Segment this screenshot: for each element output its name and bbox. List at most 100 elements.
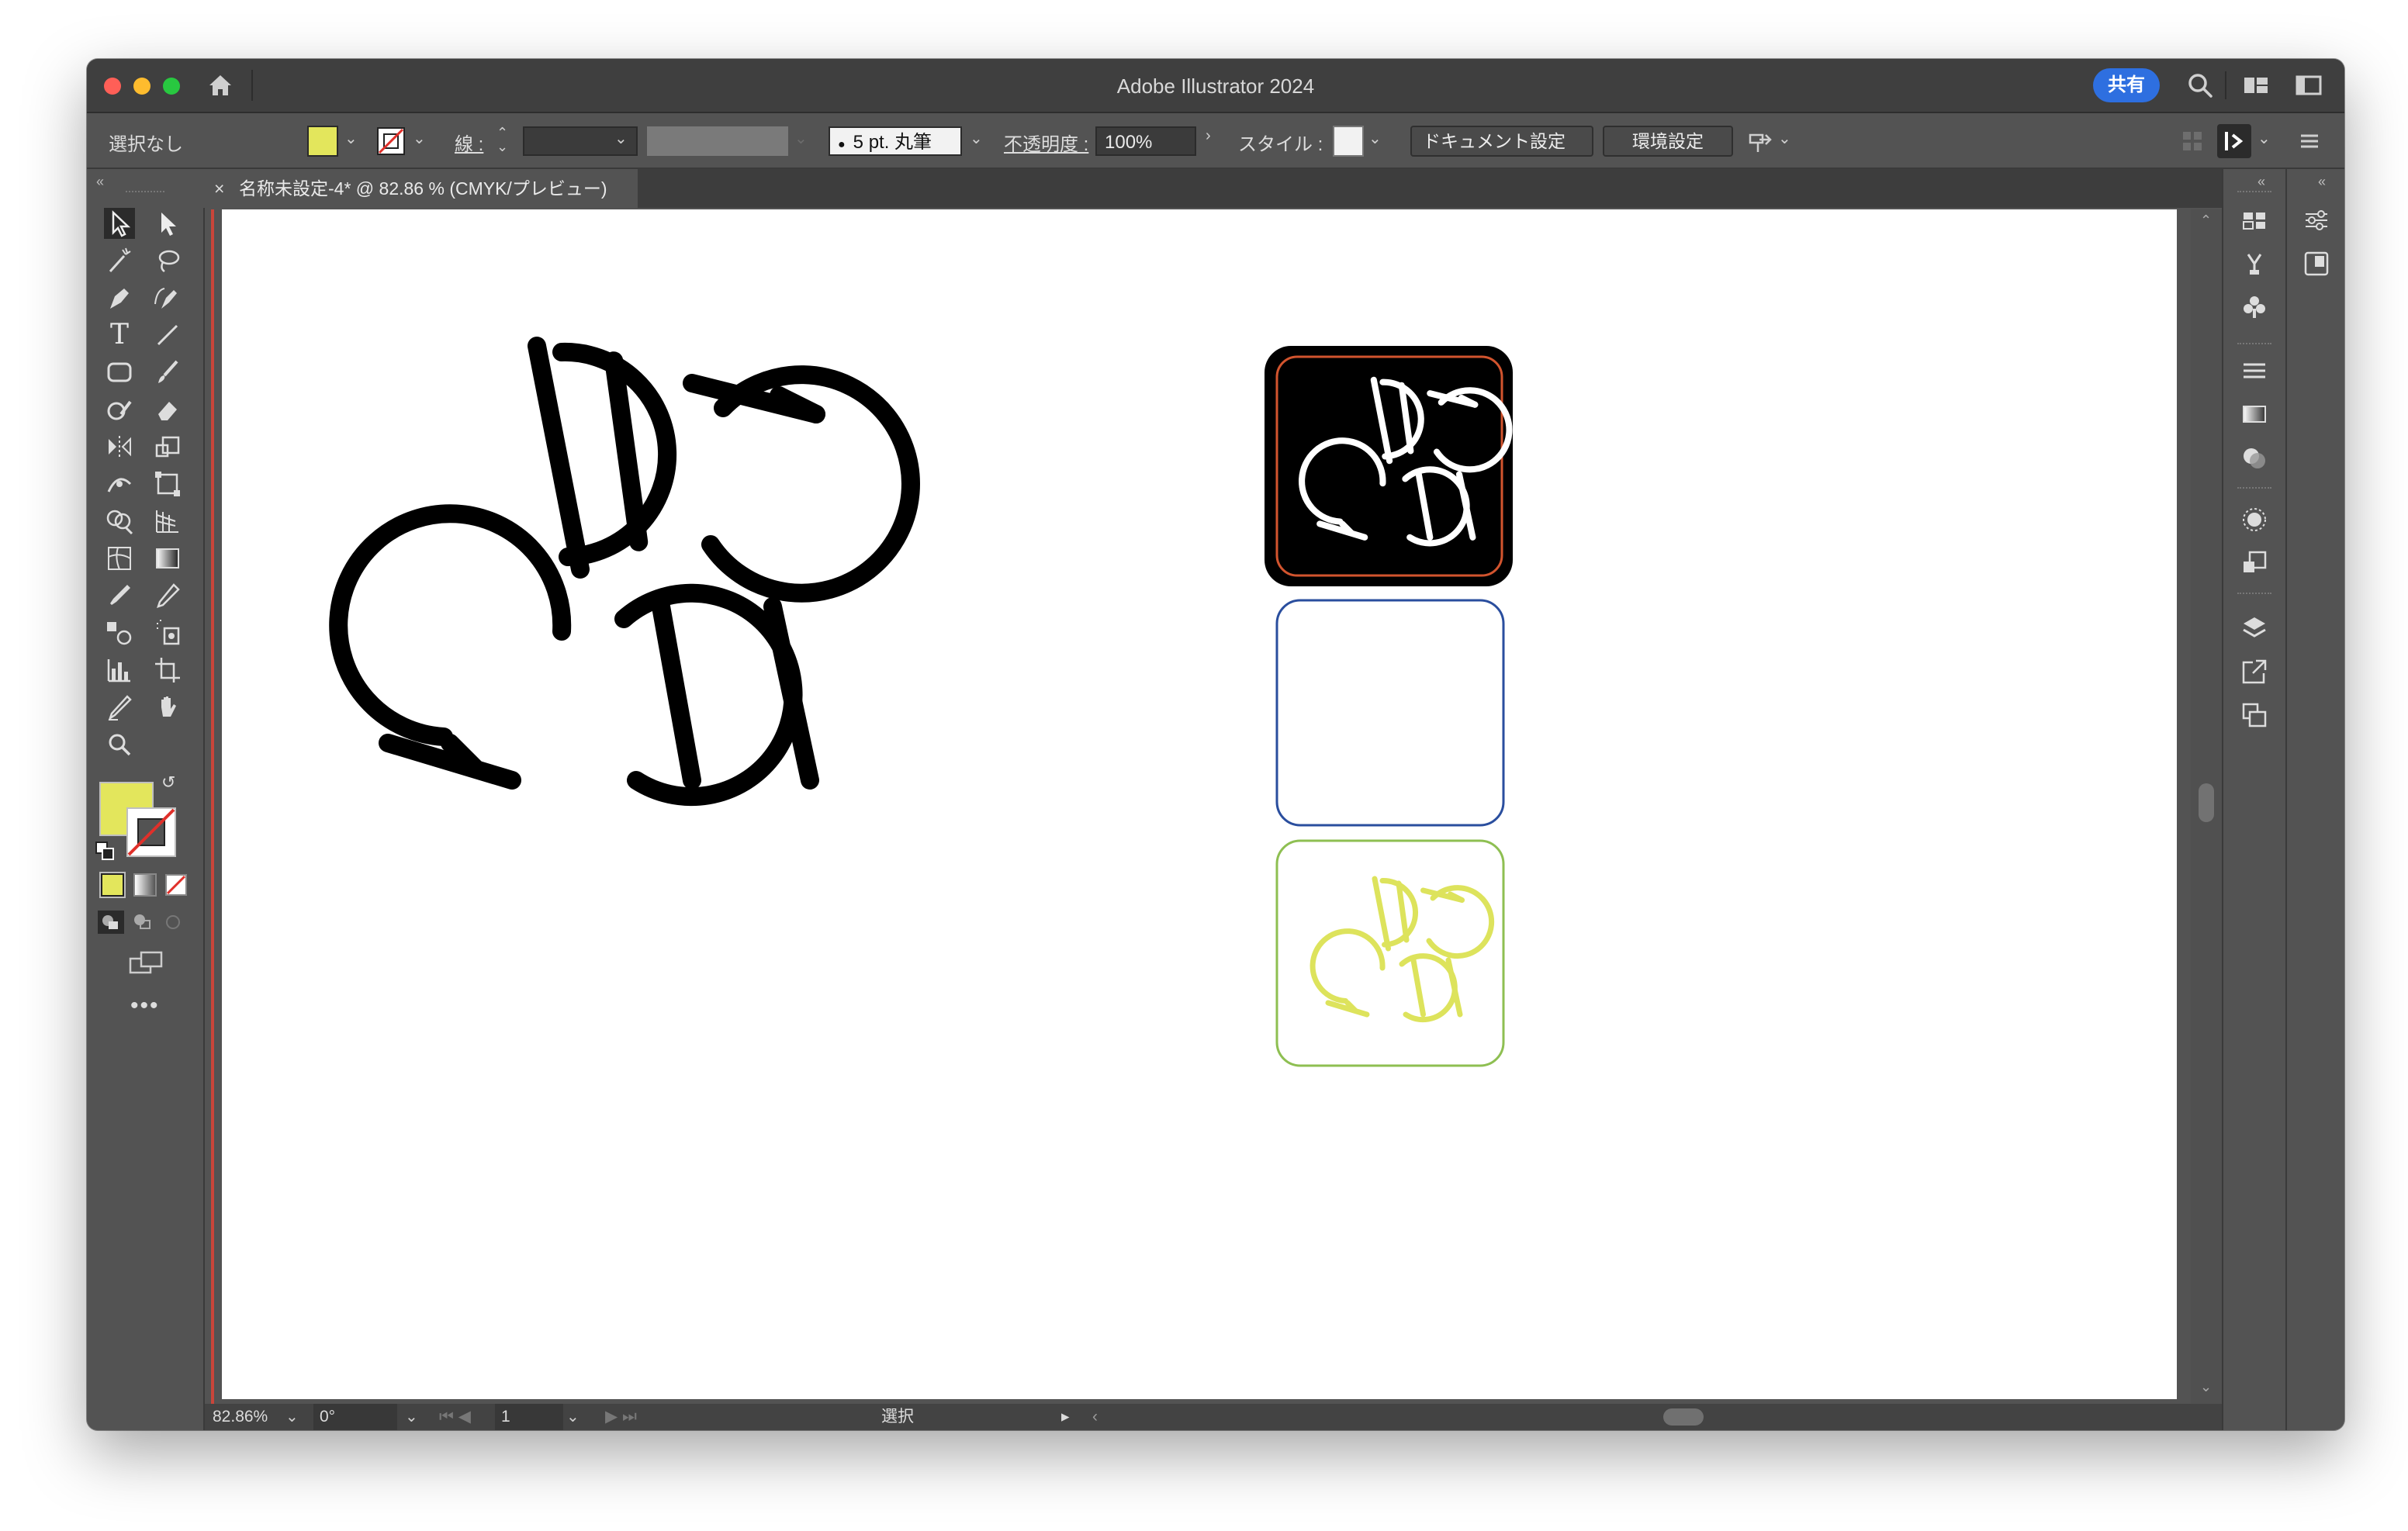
brush-chevron-icon[interactable]: ⌄ [970, 129, 983, 148]
symbol-sprayer-tool-icon[interactable] [152, 617, 183, 648]
slice-tool-icon[interactable] [104, 692, 135, 723]
rotation-field[interactable]: 0° [313, 1404, 397, 1430]
stroke-weight-stepper[interactable]: ⌃ ⌄ [496, 126, 508, 154]
opacity-label[interactable]: 不透明度 : [1004, 129, 1088, 156]
direct-selection-tool-icon[interactable] [152, 208, 183, 239]
artboards-panel-icon[interactable] [2239, 700, 2270, 731]
document-setup-button[interactable]: ドキュメント設定 [1410, 126, 1593, 157]
symbols-panel-icon[interactable] [2239, 292, 2270, 323]
gradient-panel-icon[interactable] [2239, 399, 2270, 430]
none-mode-icon[interactable] [164, 873, 188, 897]
line-tool-icon[interactable] [152, 320, 183, 351]
variable-width-profile[interactable] [647, 126, 788, 156]
eraser-tool-icon[interactable] [152, 394, 183, 425]
brushes-panel-icon[interactable] [2239, 248, 2270, 279]
eyedropper-tool-icon[interactable] [104, 580, 135, 611]
stroke-weight-chevron-icon[interactable]: ⌄ [614, 129, 628, 148]
mesh-tool-icon[interactable] [104, 543, 135, 574]
screen-mode-icon[interactable] [127, 949, 164, 977]
panel-toggle-icon[interactable] [2293, 70, 2324, 101]
artwork-layer[interactable] [222, 209, 2177, 1399]
appearance-panel-icon[interactable] [2239, 504, 2270, 535]
export-panel-icon[interactable] [2239, 656, 2270, 687]
stroke-color-box[interactable] [124, 805, 178, 859]
gradient-mode-icon[interactable] [133, 873, 157, 897]
artboard-tool-icon[interactable] [152, 655, 183, 686]
draw-normal-icon[interactable] [98, 911, 124, 934]
default-fill-stroke-icon[interactable] [95, 841, 115, 861]
rounded-rectangle-tool-icon[interactable] [104, 357, 135, 388]
curvature-tool-icon[interactable] [152, 282, 183, 313]
zoom-level[interactable]: 82.86% [213, 1404, 268, 1430]
status-menu-arrow-icon[interactable]: ▸ [1061, 1404, 1070, 1430]
type-tool-icon[interactable]: T [104, 320, 135, 351]
blend-tool-icon[interactable] [104, 617, 135, 648]
next-artboard-icon[interactable]: ▶ ⏭ [605, 1404, 637, 1430]
canvas-area[interactable]: ⌃ ⌄ [205, 209, 2284, 1404]
properties-toggle-icon[interactable] [2216, 123, 2253, 160]
first-artboard-icon[interactable]: ⏮ ◀ [439, 1404, 471, 1430]
large-logo-artwork[interactable] [338, 346, 911, 797]
artboard-number-field[interactable]: 1 [495, 1404, 563, 1430]
document-tab[interactable]: × 名称未設定-4* @ 82.86 % (CMYK/プレビュー) [203, 169, 638, 208]
collapse-dock-icon[interactable]: « [2258, 174, 2265, 190]
zoom-tool-icon[interactable] [104, 729, 135, 760]
shaper-tool-icon[interactable] [104, 394, 135, 425]
more-tools-icon[interactable]: ••• [130, 993, 160, 1019]
share-button[interactable]: 共有 [2093, 68, 2160, 102]
opacity-arrow-icon[interactable]: › [1206, 127, 1211, 145]
draw-behind-icon[interactable] [130, 911, 154, 934]
profile-chevron-icon[interactable]: ⌄ [794, 129, 808, 148]
stroke-panel-icon[interactable] [2239, 355, 2270, 386]
measure-eyedropper-tool-icon[interactable] [152, 580, 183, 611]
brush-definition-field[interactable]: ● 5 pt. 丸筆 [829, 126, 962, 156]
magic-wand-tool-icon[interactable] [104, 245, 135, 276]
logo-card-green-outline[interactable] [1275, 839, 1505, 1067]
scroll-down-icon[interactable]: ⌄ [2200, 1379, 2212, 1395]
lasso-tool-icon[interactable] [152, 245, 183, 276]
scale-tool-icon[interactable] [152, 431, 183, 462]
arrange-chevron-icon[interactable]: ⌄ [1778, 129, 1791, 148]
swatches-panel-icon[interactable] [2239, 205, 2270, 236]
artboard[interactable] [222, 209, 2177, 1399]
width-tool-icon[interactable] [104, 468, 135, 499]
perspective-grid-tool-icon[interactable] [152, 506, 183, 537]
layers-panel-icon[interactable] [2239, 613, 2270, 644]
color-mode-icon[interactable] [101, 873, 124, 897]
stroke-dropdown-chevron-icon[interactable]: ⌄ [413, 129, 426, 148]
opacity-field[interactable]: 100% [1095, 126, 1196, 156]
arrange-icon[interactable] [1745, 126, 1777, 157]
gradient-tool-icon[interactable] [152, 543, 183, 574]
zoom-chevron-icon[interactable]: ⌄ [285, 1404, 299, 1430]
libraries-panel-icon[interactable] [2301, 248, 2332, 279]
workspace-icon[interactable] [2240, 70, 2271, 101]
stroke-none-icon[interactable] [375, 126, 407, 157]
reflect-tool-icon[interactable] [104, 431, 135, 462]
swap-fill-stroke-icon[interactable]: ↺ [161, 772, 175, 793]
fill-swatch[interactable] [307, 126, 338, 157]
style-chevron-icon[interactable]: ⌄ [1368, 129, 1382, 148]
rotation-chevron-icon[interactable]: ⌄ [405, 1404, 418, 1430]
graphic-styles-panel-icon[interactable] [2239, 548, 2270, 579]
grid-icon[interactable] [2177, 126, 2208, 157]
logo-card-black[interactable] [1265, 346, 1513, 586]
horizontal-scroll-thumb[interactable] [1663, 1408, 1704, 1426]
scroll-up-icon[interactable]: ⌃ [2200, 213, 2212, 229]
graphic-style-swatch[interactable] [1333, 126, 1364, 157]
collapse-tools-icon[interactable]: « [96, 174, 104, 190]
preferences-button[interactable]: 環境設定 [1603, 126, 1733, 157]
hand-tool-icon[interactable] [152, 692, 183, 723]
artboard-chevron-icon[interactable]: ⌄ [566, 1404, 580, 1430]
stroke-label[interactable]: 線 : [455, 129, 483, 156]
shape-builder-tool-icon[interactable] [104, 506, 135, 537]
free-transform-tool-icon[interactable] [152, 468, 183, 499]
properties-chevron-icon[interactable]: ⌄ [2258, 129, 2271, 148]
scroll-left-icon[interactable]: ‹ [1092, 1404, 1098, 1430]
column-graph-tool-icon[interactable] [104, 655, 135, 686]
collapse-properties-icon[interactable]: « [2318, 174, 2326, 190]
properties-panel-icon[interactable] [2301, 205, 2332, 236]
paintbrush-tool-icon[interactable] [152, 357, 183, 388]
fill-dropdown-chevron-icon[interactable]: ⌄ [344, 129, 358, 148]
vertical-scroll-thumb[interactable] [2199, 783, 2214, 822]
logo-card-blue-outline[interactable] [1275, 599, 1505, 827]
